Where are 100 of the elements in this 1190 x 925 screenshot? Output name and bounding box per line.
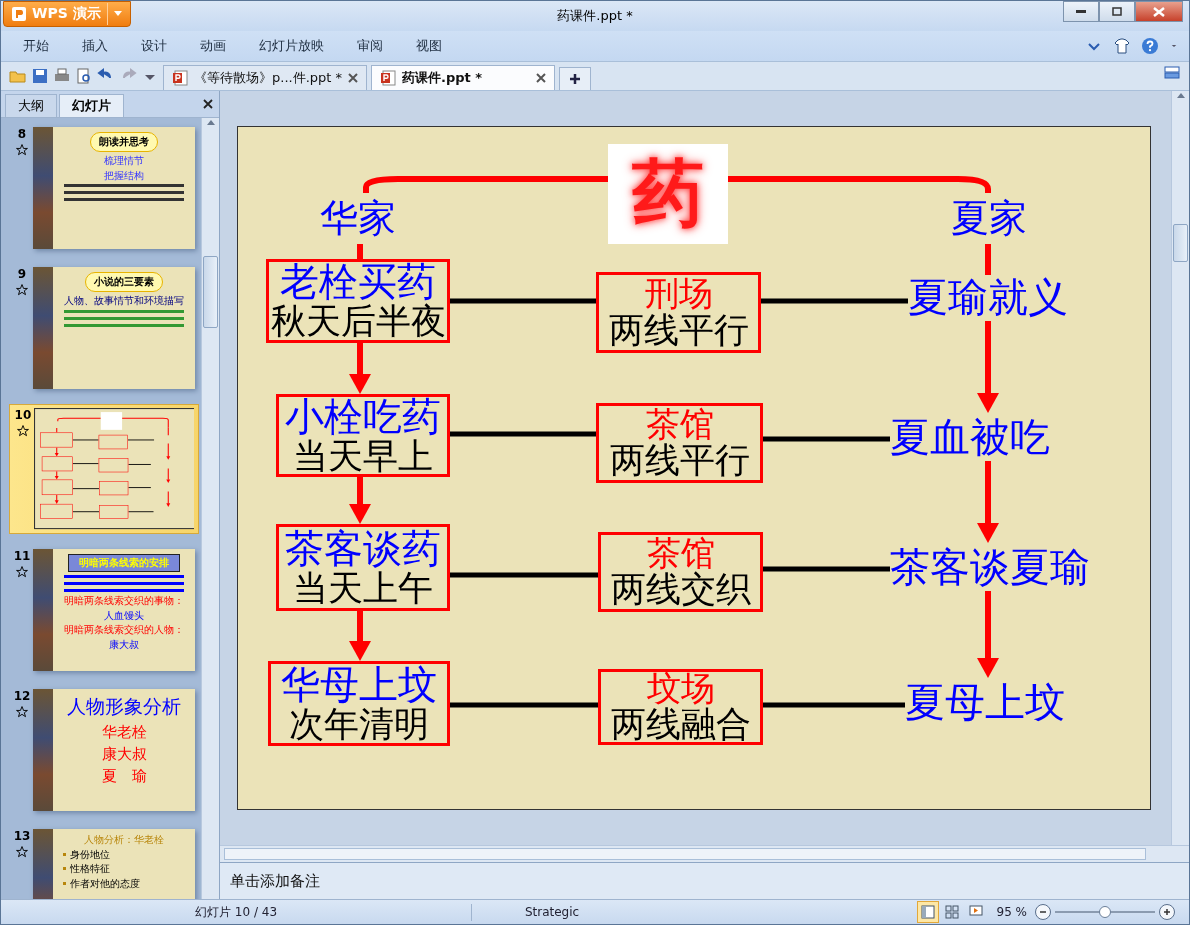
- view-icon: [920, 905, 935, 919]
- close-icon: [1153, 6, 1165, 17]
- notes-placeholder[interactable]: 单击添加备注: [230, 871, 320, 891]
- help-icon[interactable]: [1141, 37, 1159, 55]
- maximize-button[interactable]: [1099, 1, 1135, 22]
- bullet-icon: [63, 867, 66, 871]
- slide-text: 康大叔: [101, 745, 147, 764]
- shirt-icon[interactable]: [1113, 37, 1131, 55]
- windows-icon[interactable]: [1163, 63, 1181, 81]
- preview-icon[interactable]: [75, 67, 93, 85]
- relation-text: 两线交织: [610, 571, 751, 609]
- slide-title: 人物分析：华老栓: [84, 834, 164, 846]
- slide-number: 12: [13, 689, 31, 703]
- scrollbar-thumb[interactable]: [224, 848, 1146, 860]
- menu-item[interactable]: 插入: [68, 37, 127, 55]
- presentation-file-icon: [172, 70, 188, 86]
- slide-text: 梳理情节: [104, 155, 144, 167]
- slide-title: 人物形象分析: [67, 694, 181, 719]
- star-icon: [15, 565, 29, 579]
- star-icon: [15, 705, 29, 719]
- event-text: 小栓吃药: [285, 396, 441, 438]
- plus-icon: [569, 73, 581, 85]
- slide-text: 华老栓: [101, 723, 147, 742]
- event-text: 夏血被吃: [890, 415, 1050, 459]
- event-text: 茶客谈药: [285, 528, 441, 570]
- save-icon[interactable]: [31, 67, 49, 85]
- slide-number: 11: [13, 549, 31, 563]
- slide-number: 13: [13, 829, 31, 843]
- panel-tab[interactable]: 幻灯片: [59, 94, 124, 117]
- menu-item[interactable]: 幻灯片放映: [245, 37, 343, 55]
- panel-tab[interactable]: 大纲: [5, 94, 57, 117]
- menu-item[interactable]: 设计: [127, 37, 186, 55]
- event-box: [39, 432, 73, 448]
- menu-item[interactable]: 开始: [9, 37, 68, 55]
- maximize-icon: [1112, 7, 1122, 16]
- slide-text: 人血馒头: [104, 609, 144, 621]
- place-text: 刑场: [644, 276, 713, 312]
- slide-title: 朗读并思考: [90, 132, 158, 152]
- slide-text: 把握结构: [104, 169, 144, 181]
- scrollbar-thumb[interactable]: [203, 256, 218, 328]
- event-box: [41, 456, 73, 472]
- close-icon[interactable]: [536, 73, 546, 83]
- star-icon: [15, 845, 29, 859]
- close-icon[interactable]: [348, 73, 358, 83]
- slide-number: 10: [14, 408, 32, 422]
- theme-name: Strategic: [523, 905, 581, 919]
- event-text: 茶客谈夏瑜: [890, 545, 1090, 589]
- minimize-button[interactable]: [1063, 1, 1099, 22]
- slider-thumb[interactable]: [1099, 906, 1111, 918]
- close-button[interactable]: [1135, 1, 1183, 22]
- menu-item[interactable]: 审阅: [343, 37, 402, 55]
- logo-text: 药: [632, 150, 704, 237]
- slide-text: 夏 瑜: [101, 767, 147, 786]
- time-text: 当天上午: [293, 569, 433, 607]
- menu-item[interactable]: 动画: [186, 37, 245, 55]
- time-text: 秋天后半夜: [270, 303, 446, 340]
- bullet-icon: [63, 852, 66, 856]
- slide-text: 明暗两条线索交织的事物：: [64, 595, 184, 607]
- event-box: [41, 479, 73, 495]
- slide-text: 人物、故事情节和环境描写: [64, 295, 184, 307]
- time-text: 次年清明: [289, 705, 429, 743]
- star-icon: [15, 143, 29, 157]
- relation-text: 两线平行: [609, 442, 750, 480]
- zoom-out-button[interactable]: [1035, 904, 1051, 920]
- logo-background: [100, 412, 122, 430]
- document-tab[interactable]: 《等待散场》p...件.ppt *: [163, 65, 367, 90]
- bullet-icon: [63, 881, 66, 885]
- window-title: 药课件.ppt *: [557, 7, 633, 25]
- star-icon: [15, 424, 30, 438]
- event-text: 夏瑜就义: [908, 275, 1068, 319]
- event-box: [40, 503, 73, 519]
- bullet-text: 性格特征: [70, 863, 110, 875]
- family-label: 夏家: [951, 193, 1027, 244]
- place-text: 坟场: [646, 670, 715, 707]
- new-tab-button[interactable]: [559, 67, 591, 90]
- bullet-text: 作者对他的态度: [70, 877, 140, 889]
- slide-counter: 幻灯片 10 / 43: [1, 903, 472, 921]
- slide-text: 明暗两条线索交织的人物：: [64, 624, 184, 636]
- relation-text: 两线融合: [610, 706, 751, 744]
- scrollbar-thumb[interactable]: [1173, 224, 1188, 262]
- close-icon[interactable]: [203, 99, 213, 109]
- document-tab[interactable]: 药课件.ppt *: [371, 65, 555, 90]
- slide-number: 8: [17, 127, 27, 141]
- place-box: [98, 434, 128, 450]
- slide-thumbnail[interactable]: 10: [9, 404, 199, 534]
- menu-item[interactable]: 视图: [402, 37, 461, 55]
- place-box: [98, 505, 129, 519]
- zoom-level: 95 %: [996, 905, 1027, 919]
- slide-title: 小说的三要素: [85, 272, 163, 292]
- family-label: 华家: [320, 193, 396, 244]
- presentation-file-icon: [380, 70, 396, 86]
- slide-title: 明暗两条线索的安排: [68, 554, 180, 572]
- normal-view-button[interactable]: [916, 901, 939, 923]
- zoom-in-button[interactable]: [1159, 904, 1175, 920]
- event-text: 夏母上坟: [905, 680, 1065, 724]
- place-box: [98, 481, 129, 496]
- app-logo-icon: [12, 7, 26, 21]
- place-text: 茶馆: [646, 535, 715, 572]
- star-icon: [15, 283, 29, 297]
- scroll-up-icon[interactable]: [205, 118, 216, 126]
